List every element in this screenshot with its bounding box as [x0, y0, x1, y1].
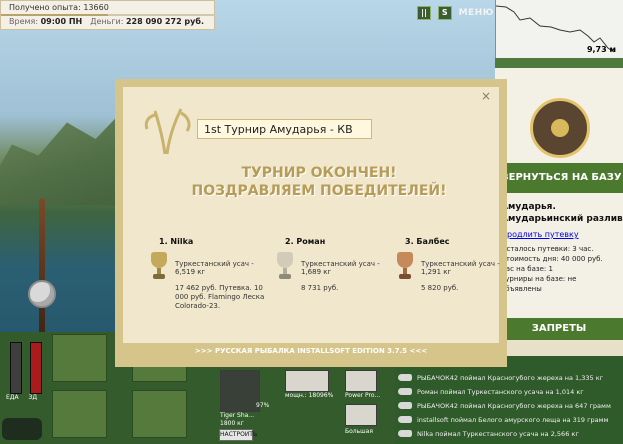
experience-bar-fill — [1, 14, 108, 16]
log-entry: Роман поймал Туркестанского усача на 1,0… — [395, 386, 623, 398]
inventory-slot-bag[interactable] — [52, 334, 107, 382]
rod-name: Tiger Sha... — [220, 412, 255, 419]
status-bar: Получено опыта: 13660 Время: 09:00 ПН Де… — [0, 0, 215, 30]
trophy-silver-icon — [275, 252, 295, 280]
rod-durability: 97% — [256, 402, 270, 409]
fish-icon — [398, 416, 412, 423]
fish-icon — [398, 430, 412, 437]
trophy-gold-icon — [149, 252, 169, 280]
fishing-rod[interactable] — [39, 198, 45, 338]
inventory-slot-bucket[interactable] — [132, 390, 187, 438]
pause-button[interactable]: || — [417, 6, 431, 20]
location-sub: Амударьинский разлив — [501, 214, 623, 224]
experience: Получено опыта: 13660 — [9, 3, 109, 12]
wheat-icon — [144, 108, 191, 155]
location-name: Амударья. — [501, 202, 556, 212]
tournament-modal: 1st Турнир Амударья - КВ × ТУРНИР ОКОНЧЕ… — [115, 79, 507, 367]
hook-thumbnail[interactable] — [345, 404, 377, 426]
item-large: Большая — [345, 428, 373, 435]
cauldron-icon[interactable] — [2, 418, 42, 440]
rod-thumbnail[interactable] — [220, 370, 260, 412]
health-bar — [30, 342, 42, 394]
depth-graph: 9,73 м — [495, 0, 623, 58]
location-info: Осталось путевки: 3 час. Стоимость дня: … — [501, 245, 603, 293]
fish-icon — [398, 388, 412, 395]
reel-icon — [28, 280, 56, 308]
winner-3: 3. Балбес Туркестанский усач - 1,291 кг … — [397, 237, 515, 293]
log-entry: Nilka поймал Туркестанского усача на 2,5… — [395, 428, 623, 440]
ship-wheel-icon — [530, 98, 590, 158]
go-home-button[interactable]: ВЕРНУТЬСЯ НА БАЗУ — [495, 163, 623, 193]
line-percent: 96% — [320, 392, 334, 399]
modal-title: 1st Турнир Амударья - КВ — [197, 119, 372, 139]
inventory-slot-groundbait[interactable] — [52, 390, 107, 438]
log-entry: РЫБАЧОК42 поймал Красногубого жереха на … — [395, 400, 623, 412]
item-power: Power Pro... — [345, 392, 381, 399]
bar-labels: ЕДА ЗД — [6, 394, 38, 401]
depth-value: 9,73 м — [586, 45, 616, 54]
hunger-bar — [10, 342, 22, 394]
rod-weight: 1800 кг — [220, 420, 244, 427]
fish-icon — [398, 402, 412, 409]
winner-2: 2. Роман Туркестанский усач - 1,689 кг 8… — [277, 237, 395, 293]
trophy-bronze-icon — [395, 252, 415, 280]
top-controls: || S МЕНЮ — [417, 6, 495, 20]
fish-icon — [398, 374, 412, 381]
time: Время: 09:00 ПН — [9, 17, 83, 26]
close-icon[interactable]: × — [481, 89, 493, 103]
log-entry: installsoft поймал Белого амурского леща… — [395, 414, 623, 426]
lure-thumbnail[interactable] — [345, 370, 377, 392]
modal-footer: >>> РУССКАЯ РЫБАЛКА INSTALLSOFT EDITION … — [123, 343, 499, 359]
fish-log: ... поймал ... 1,233 кг РЫБАЧОК42 поймал… — [395, 356, 623, 444]
sound-button[interactable]: S — [437, 6, 452, 20]
bans-button[interactable]: ЗАПРЕТЫ — [495, 318, 623, 340]
log-entry: РЫБАЧОК42 поймал Красногубого жереха на … — [395, 372, 623, 384]
setup-button[interactable]: НАСТРОИТЬ — [219, 429, 257, 441]
winner-1: 1. Nilka Туркестанский усач - 6,519 кг 1… — [151, 237, 269, 311]
menu-button[interactable]: МЕНЮ — [459, 8, 494, 18]
money: Деньги: 228 090 272 руб. — [90, 17, 204, 26]
experience-bar — [1, 14, 215, 16]
line-strength: мощн.: 180 — [285, 392, 321, 399]
modal-headline: ТУРНИР ОКОНЧЕН! ПОЗДРАВЛЯЕМ ПОБЕДИТЕЛЕЙ! — [191, 165, 447, 199]
line-thumbnail[interactable] — [285, 370, 329, 392]
